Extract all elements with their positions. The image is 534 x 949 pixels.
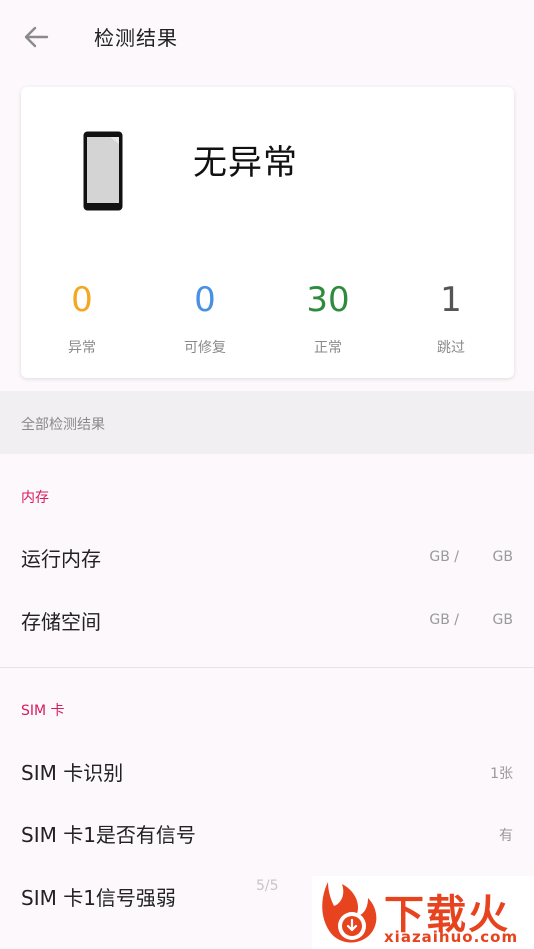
list-item-sim-signal[interactable]: SIM 卡1是否有信号 有 — [0, 803, 534, 865]
watermark-url: xiazaihuo.com — [384, 928, 519, 946]
list-item-label: 运行内存 — [21, 547, 101, 571]
stat-abnormal[interactable]: 0 异常 — [22, 277, 142, 357]
stat-fixable[interactable]: 0 可修复 — [145, 277, 265, 357]
list-item-value-unit: GB — [492, 549, 513, 565]
stat-skipped-label: 跳过 — [437, 340, 465, 356]
list-item-ram[interactable]: 运行内存 GB / GB — [0, 527, 534, 589]
all-results-header: 全部检测结果 — [0, 391, 534, 454]
flame-logo-icon — [322, 882, 377, 943]
stat-normal[interactable]: 30 正常 — [268, 277, 388, 357]
back-button[interactable] — [18, 20, 54, 54]
stat-skipped[interactable]: 1 跳过 — [391, 277, 511, 357]
page-title: 检测结果 — [94, 26, 178, 50]
summary-card: 无异常 0 异常 0 可修复 30 正常 1 跳过 — [21, 87, 514, 378]
list-item-label: 存储空间 — [21, 610, 101, 634]
list-item-storage[interactable]: 存储空间 GB / GB — [0, 590, 534, 652]
group-title-sim: SIM 卡 — [21, 703, 65, 719]
stat-fixable-value: 0 — [194, 280, 216, 320]
stat-skipped-value: 1 — [440, 280, 462, 320]
list-item-label: SIM 卡1信号强弱 — [21, 886, 176, 910]
group-title-memory: 内存 — [21, 490, 49, 506]
section-divider — [0, 667, 534, 668]
stat-abnormal-label: 异常 — [68, 340, 96, 356]
list-item-value: 有 — [499, 828, 513, 844]
list-item-label: SIM 卡1是否有信号 — [21, 823, 196, 847]
phone-icon — [83, 131, 123, 211]
stat-normal-value: 30 — [306, 280, 350, 320]
list-item-label: SIM 卡识别 — [21, 761, 124, 785]
list-item-value-unit: GB — [492, 612, 513, 628]
app-header: 检测结果 — [0, 0, 534, 72]
page-indicator: 5/5 — [256, 878, 279, 894]
overall-status: 无异常 — [193, 143, 298, 183]
list-item-value: 1张 — [490, 766, 513, 782]
stat-normal-label: 正常 — [314, 340, 342, 356]
list-item-sim-detect[interactable]: SIM 卡识别 1张 — [0, 741, 534, 803]
arrow-left-icon — [24, 26, 49, 48]
all-results-title: 全部检测结果 — [21, 417, 105, 433]
list-item-value: GB / — [429, 549, 459, 565]
stat-fixable-label: 可修复 — [184, 340, 226, 356]
app-root: 检测结果 无异常 0 异常 0 可修复 30 正常 1 跳过 全部检测结果 内存 — [0, 0, 534, 949]
watermark: 下载火 xiazaihuo.com — [312, 876, 534, 949]
stat-abnormal-value: 0 — [71, 280, 93, 320]
list-item-value: GB / — [429, 612, 459, 628]
